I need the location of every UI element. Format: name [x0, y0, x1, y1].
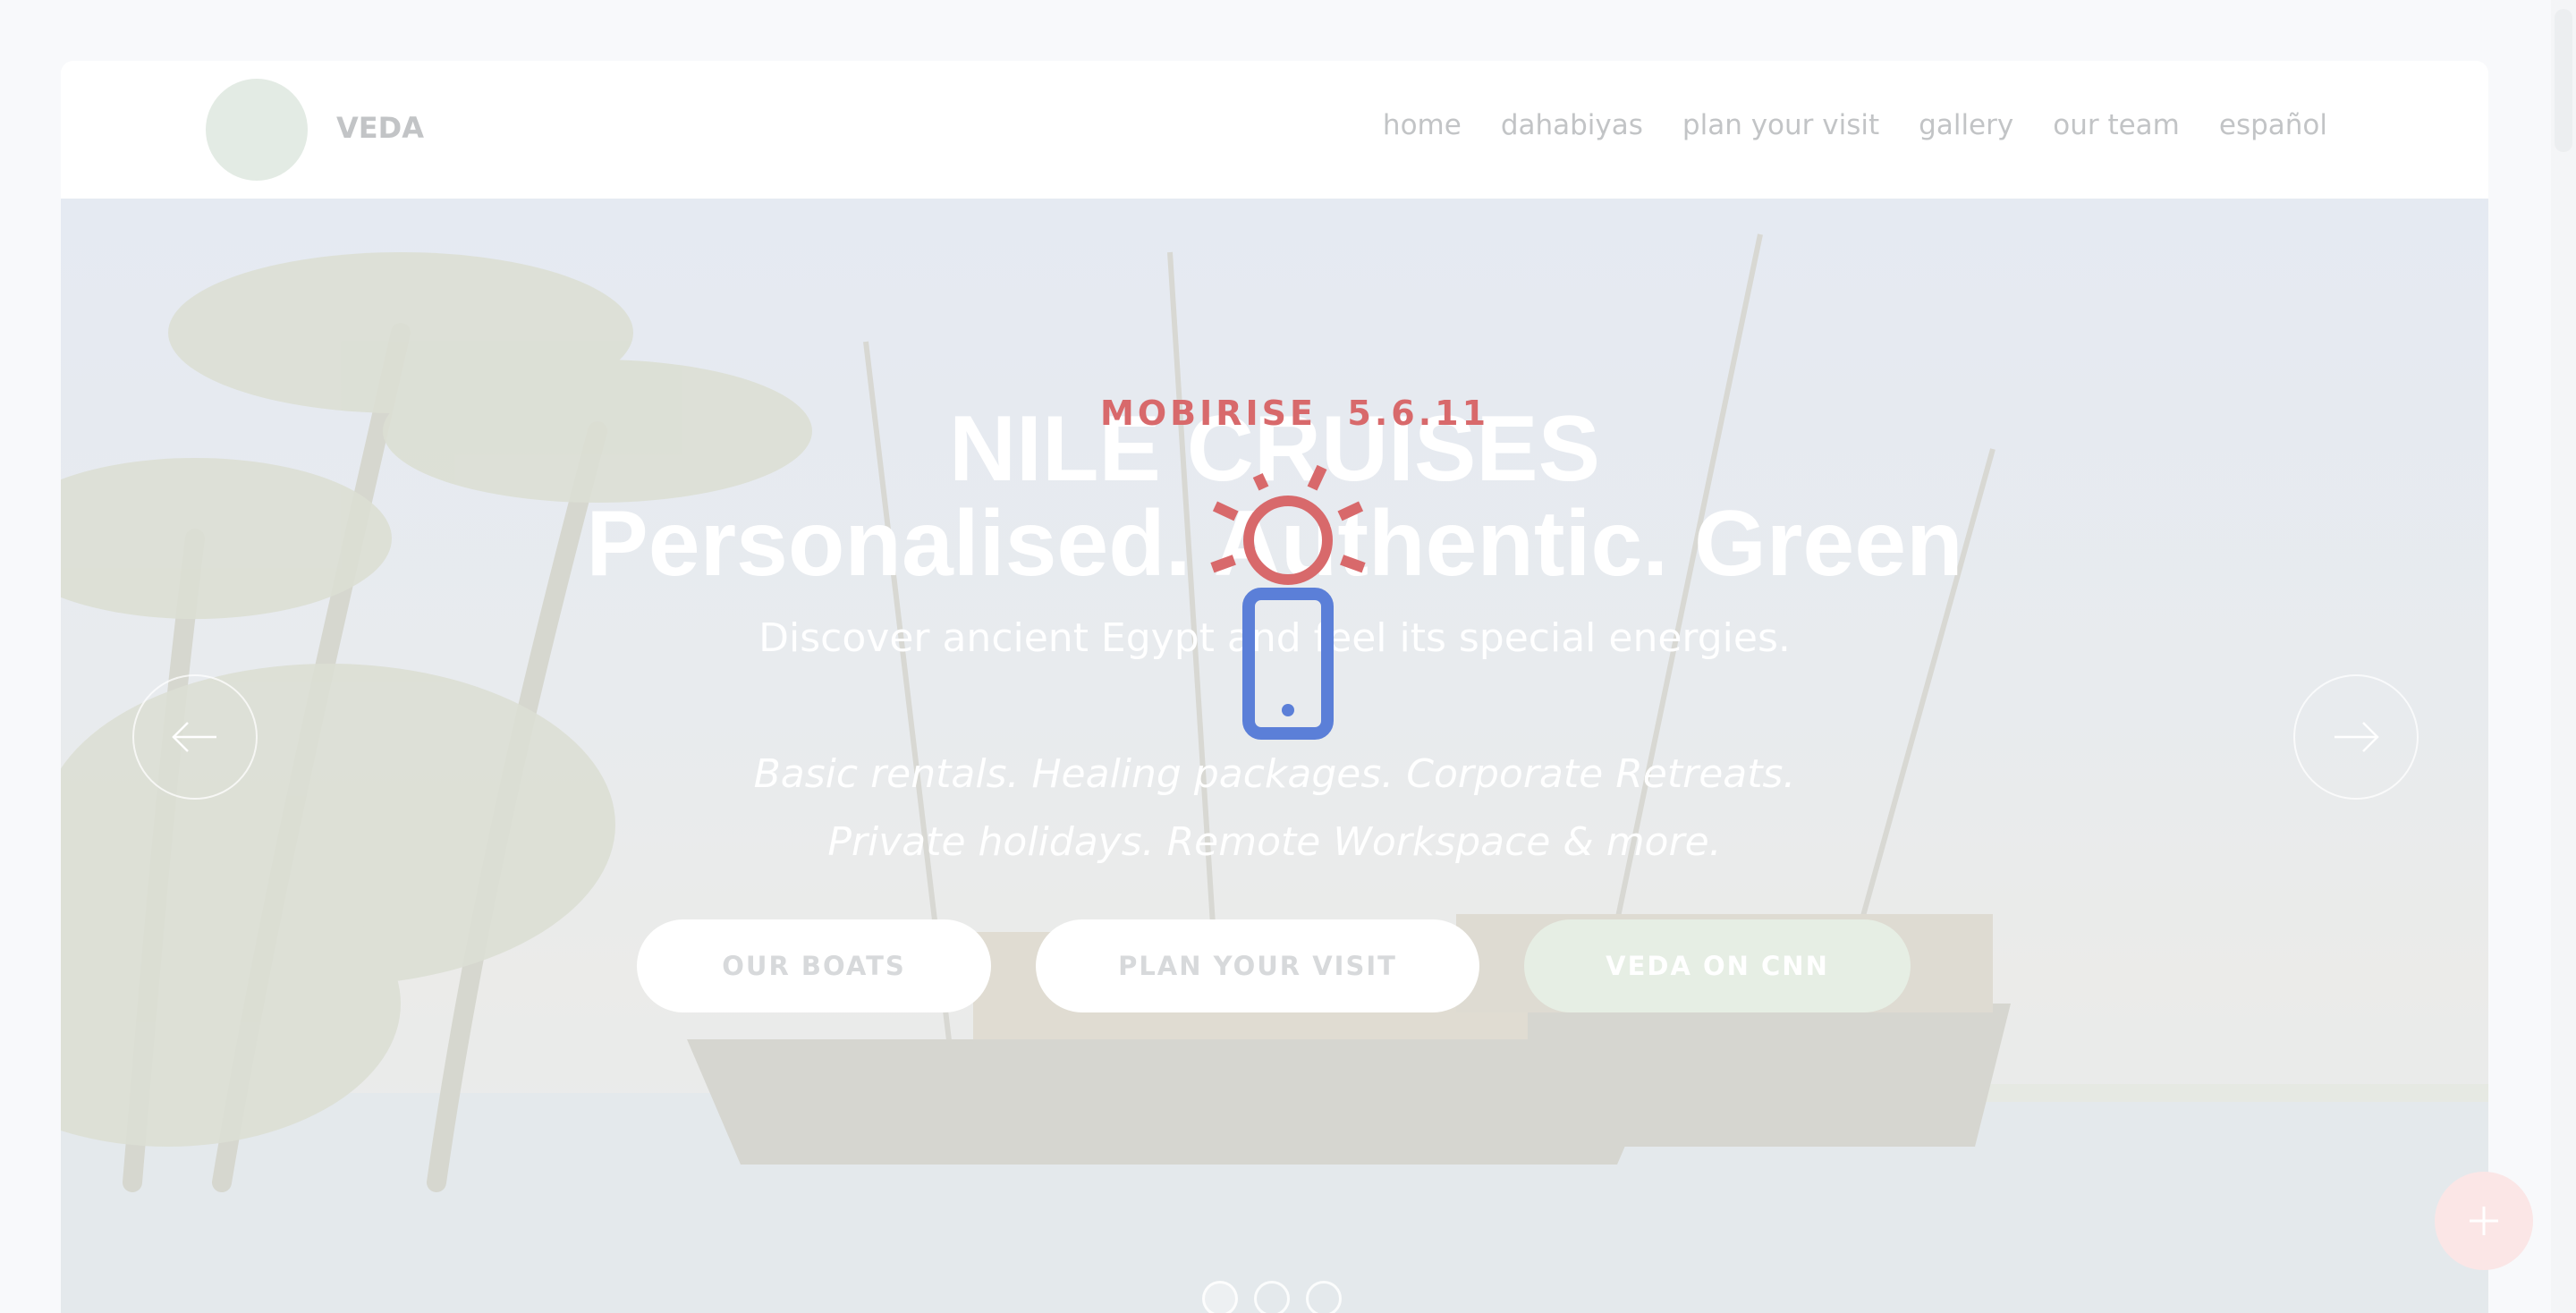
nav-plan-your-visit[interactable]: plan your visit [1682, 109, 1879, 141]
carousel-dot-3[interactable] [1306, 1281, 1342, 1313]
nav-gallery[interactable]: gallery [1919, 109, 2013, 141]
mobirise-version-label: MOBIRISE 5.6.11 [1100, 394, 1486, 433]
nav-dahabiyas[interactable]: dahabiyas [1501, 109, 1643, 141]
mobirise-label: MOBIRISE [1100, 394, 1317, 433]
brand-name[interactable]: VEDA [336, 111, 424, 145]
our-boats-button[interactable]: OUR BOATS [637, 919, 991, 1012]
hero-tagline-line2: Private holidays. Remote Workspace & mor… [827, 819, 1722, 865]
carousel-dot-1[interactable] [1202, 1281, 1238, 1313]
brand-logo[interactable] [206, 79, 308, 181]
arrow-left-icon [172, 722, 216, 752]
nav-our-team[interactable]: our team [2053, 109, 2180, 141]
plan-your-visit-button[interactable]: PLAN YOUR VISIT [1036, 919, 1479, 1012]
nav-espanol[interactable]: español [2219, 109, 2327, 141]
arrow-right-icon [2334, 722, 2379, 752]
floating-add-button[interactable] [2435, 1172, 2533, 1270]
carousel-prev-button[interactable] [132, 674, 258, 800]
nav-home[interactable]: home [1383, 109, 1462, 141]
veda-on-cnn-button[interactable]: VEDA ON CNN [1524, 919, 1911, 1012]
mobirise-version: 5.6.11 [1347, 394, 1490, 433]
sun-phone-icon [1210, 464, 1366, 740]
mobirise-loading-overlay: MOBIRISE 5.6.11 [1100, 394, 1486, 767]
navbar: VEDA home dahabiyas plan your visit gall… [61, 61, 2488, 199]
carousel-next-button[interactable] [2293, 674, 2419, 800]
main-nav: home dahabiyas plan your visit gallery o… [1383, 109, 2327, 141]
carousel-dot-2[interactable] [1254, 1281, 1290, 1313]
plus-icon [2470, 1207, 2498, 1235]
page-scrollbar[interactable] [2551, 0, 2576, 1313]
scrollbar-thumb[interactable] [2555, 9, 2572, 152]
